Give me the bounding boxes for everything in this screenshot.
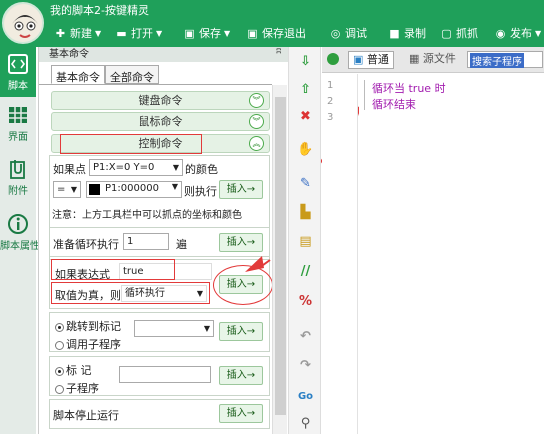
goto-icon[interactable]: Go (297, 388, 314, 405)
undo-icon[interactable]: ↶ (297, 328, 314, 345)
line-number: 3 (327, 112, 334, 123)
paste-icon[interactable]: ▤ (297, 233, 314, 250)
subroutine-search[interactable]: 搜索子程序 (467, 51, 543, 68)
back-icon[interactable] (327, 53, 339, 65)
normal-icon: ▣ (353, 53, 364, 66)
move-up-icon[interactable]: ⇧ (297, 81, 314, 98)
middle-toolbar: ⇩ ⇧ ✖ ✋ ✎ ▙ ▤ // % ↶ ↷ Go ⚲ (288, 47, 321, 434)
brush-icon[interactable]: ✎ (297, 175, 314, 192)
redo-icon[interactable]: ↷ (297, 357, 314, 374)
code-line[interactable]: 循环结束 (372, 96, 416, 112)
tab-normal[interactable]: ▣ 普通 (348, 51, 394, 69)
hand-icon[interactable]: ✋ (297, 141, 314, 158)
source-icon: ▦ (409, 52, 420, 65)
code-area[interactable] (359, 74, 544, 434)
editor-header: ▣ 普通 ▦ 源文件 搜索子程序 (322, 47, 544, 73)
line-number: 1 (327, 80, 334, 91)
delete-icon[interactable]: ✖ (297, 108, 314, 125)
line-gutter: 1 2 3 (322, 74, 358, 434)
tab-source[interactable]: ▦ 源文件 (405, 51, 460, 69)
comment-icon[interactable]: // (297, 263, 314, 280)
find-icon[interactable]: ⚲ (297, 415, 314, 432)
cut-icon[interactable]: ▙ (297, 204, 314, 221)
uncomment-icon[interactable]: % (297, 293, 314, 310)
code-line[interactable]: 循环当 true 时 (372, 80, 446, 96)
move-down-icon[interactable]: ⇩ (297, 53, 314, 70)
line-number: 2 (327, 96, 334, 107)
